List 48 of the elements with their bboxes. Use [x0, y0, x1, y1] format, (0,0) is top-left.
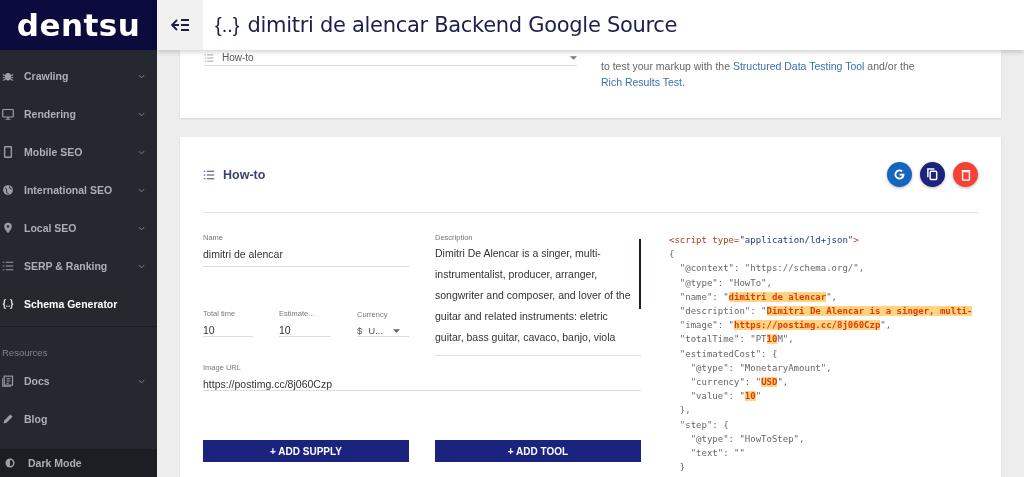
monitor-icon: [2, 108, 14, 120]
copy-icon: [926, 168, 939, 181]
list-icon: [203, 168, 215, 181]
nav-item[interactable]: Docs: [0, 362, 157, 400]
nav-item[interactable]: Schema Generator: [0, 285, 157, 323]
testing-tool-link[interactable]: Structured Data Testing Tool: [732, 60, 865, 72]
list-icon: [2, 260, 14, 272]
dropdown-arrow-icon: [570, 55, 577, 60]
nav-item[interactable]: SERP & Ranking: [0, 247, 157, 285]
phone-icon: [2, 146, 14, 158]
nav-item[interactable]: Crawling: [0, 57, 157, 95]
collapse-arrow-icon: [171, 19, 189, 31]
pencil-icon: [2, 413, 14, 425]
nav-item[interactable]: Local SEO: [0, 209, 157, 247]
copy-button[interactable]: [920, 162, 945, 187]
nav-item[interactable]: Blog: [0, 400, 157, 438]
half-circle-icon: [4, 457, 16, 469]
chevron-icon: [138, 225, 145, 231]
info-text: to test your markup with the Structured Data Testing Tool and/or the Rich Results Test.: [601, 59, 916, 90]
logo: dentsu: [0, 0, 157, 50]
nav-item[interactable]: Rendering: [0, 95, 157, 133]
schema-type-select[interactable]: How-to: [204, 50, 577, 66]
nav-item[interactable]: International SEO: [0, 171, 157, 209]
dropdown-arrow-icon: [393, 328, 401, 333]
chevron-icon: [138, 73, 145, 79]
add-button[interactable]: + ADD SUPPLY: [203, 440, 409, 462]
chevron-icon: [138, 149, 145, 155]
nav-item[interactable]: Mobile SEO: [0, 133, 157, 171]
chevron-icon: [138, 187, 145, 193]
g-logo-icon: [893, 168, 906, 181]
delete-button[interactable]: [953, 162, 978, 187]
chevron-icon: [138, 263, 145, 269]
list-icon: [204, 52, 214, 63]
section-label: Resources: [1, 346, 49, 360]
bug-icon: [2, 70, 14, 82]
braces-icon: {..}: [215, 13, 240, 37]
document-icon: [2, 375, 14, 387]
collapse-sidebar-button[interactable]: [157, 0, 203, 50]
add-button[interactable]: + ADD TOOL: [435, 440, 641, 462]
chevron-icon: [138, 111, 145, 117]
braces-icon: [2, 298, 14, 310]
rich-results-link[interactable]: Rich Results Test: [601, 76, 682, 88]
page-title: dimitri de alencar Backend Google Source: [247, 13, 678, 37]
chevron-icon: [138, 378, 145, 384]
google-test-button[interactable]: [887, 162, 912, 187]
trash-icon: [959, 168, 972, 181]
card-title: How-to: [223, 167, 267, 182]
dark-mode-toggle[interactable]: Dark Mode: [0, 449, 157, 477]
